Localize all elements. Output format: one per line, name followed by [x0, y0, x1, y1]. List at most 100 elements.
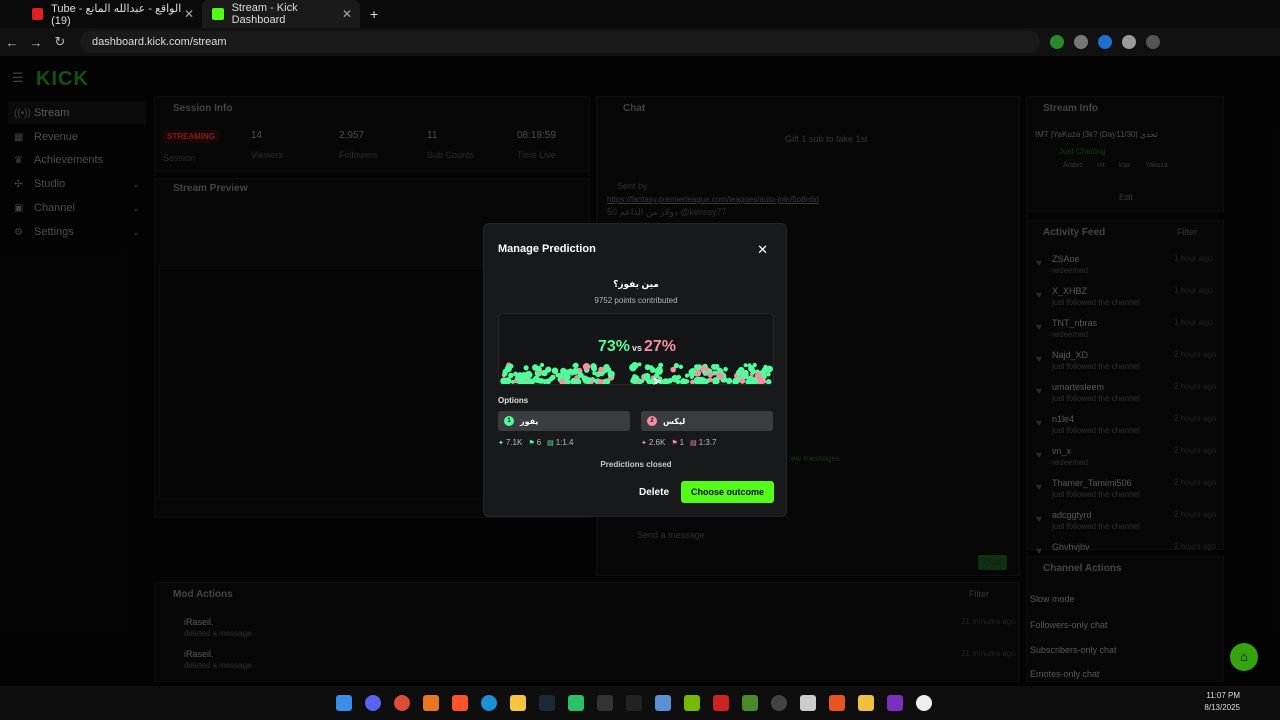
- prediction-dot: [535, 365, 542, 372]
- prediction-dot: [598, 366, 605, 373]
- epic-games-icon[interactable]: [626, 695, 642, 711]
- app-icon[interactable]: [713, 695, 729, 711]
- option-2[interactable]: 2 ليكس: [641, 411, 773, 431]
- app-icon[interactable]: [887, 695, 903, 711]
- prediction-dot: [727, 378, 732, 383]
- tab-kick-dashboard[interactable]: Stream - Kick Dashboard ✕: [202, 0, 360, 28]
- options-label: Options: [498, 396, 529, 405]
- prediction-dot: [655, 366, 663, 374]
- prediction-dot: [739, 378, 746, 384]
- tab-youtube[interactable]: Tube - الواقع - عبدالله المانع (19) ✕: [22, 0, 202, 28]
- mouse-cursor-icon: ➤: [652, 374, 663, 388]
- prediction-dot: [592, 371, 597, 376]
- option-1-stats: ✦ 7.1K ⚑ 6 ▤ 1:1.4: [498, 438, 574, 447]
- youtube-icon: [32, 8, 44, 20]
- minecraft-icon[interactable]: [742, 695, 758, 711]
- prediction-dot: [732, 378, 738, 384]
- choose-outcome-button[interactable]: Choose outcome: [681, 481, 774, 503]
- prediction-dot: [519, 375, 524, 381]
- edge-icon[interactable]: [481, 695, 497, 711]
- close-tab-icon[interactable]: ✕: [342, 7, 352, 21]
- reload-icon[interactable]: ↻: [48, 34, 72, 50]
- option-2-percent: 27%: [644, 338, 677, 355]
- option-1[interactable]: 1 يفوز: [498, 411, 630, 431]
- delete-button[interactable]: Delete: [634, 482, 674, 502]
- app-icon[interactable]: [800, 695, 816, 711]
- prediction-dot: [570, 371, 575, 376]
- prediction-dot: [708, 368, 713, 374]
- prediction-question: مين بفوز؟: [613, 279, 659, 289]
- points-stat: ✦ 7.1K: [498, 438, 522, 447]
- prediction-dot: [584, 376, 592, 384]
- chrome-icon[interactable]: [394, 695, 410, 711]
- prediction-dot: [716, 367, 723, 374]
- url-field[interactable]: dashboard.kick.com/stream: [80, 31, 1040, 53]
- discord-icon[interactable]: [365, 695, 381, 711]
- file-explorer-icon[interactable]: [510, 695, 526, 711]
- option-label: يفوز: [520, 416, 539, 426]
- extension-icon[interactable]: [1122, 35, 1136, 49]
- prediction-dot: [684, 373, 690, 378]
- prediction-dot: [765, 379, 772, 384]
- ratio-value: 1:1.4: [555, 438, 574, 447]
- app-icon[interactable]: [423, 695, 439, 711]
- kick-icon: [212, 8, 224, 20]
- app-icon[interactable]: [655, 695, 671, 711]
- prediction-dot: [524, 370, 533, 379]
- points-icon: ✦: [641, 440, 647, 447]
- points-value: 2.6K: [648, 438, 666, 447]
- prediction-dot: [607, 370, 615, 378]
- system-clock[interactable]: 11:07 PM 8/13/2025: [1204, 690, 1240, 714]
- app-icon[interactable]: [916, 695, 932, 711]
- prediction-dot: [712, 377, 720, 384]
- ratio-stat: ▤ 1:1.4: [547, 438, 573, 447]
- users-value: 1: [679, 438, 685, 447]
- prediction-dot: [766, 371, 771, 377]
- url-text: dashboard.kick.com/stream: [92, 36, 227, 48]
- points-icon: ✦: [498, 440, 504, 447]
- prediction-dot: [752, 379, 758, 384]
- nvidia-icon[interactable]: [684, 695, 700, 711]
- tab-label: Tube - الواقع - عبدالله المانع (19): [51, 2, 182, 27]
- app-icon[interactable]: [858, 695, 874, 711]
- prediction-dot: [750, 368, 756, 375]
- close-icon[interactable]: ✕: [757, 242, 768, 258]
- prediction-percentages: 73% vs 27%: [499, 338, 773, 356]
- prediction-dot: [631, 376, 637, 382]
- extension-icon[interactable]: [1074, 35, 1088, 49]
- users-stat: ⚑ 6: [528, 438, 541, 447]
- prediction-dot: [662, 378, 670, 384]
- prediction-dot: [597, 379, 604, 384]
- extension-icon[interactable]: [1050, 35, 1064, 49]
- clock-date: 8/13/2025: [1204, 703, 1240, 712]
- steam-icon[interactable]: [539, 695, 555, 711]
- windows-start-icon[interactable]: [336, 695, 352, 711]
- app-icon[interactable]: [771, 695, 787, 711]
- app-icon[interactable]: [597, 695, 613, 711]
- app-icon[interactable]: [829, 695, 845, 711]
- predictions-closed-status: Predictions closed: [600, 460, 672, 469]
- prediction-dot: [670, 366, 676, 373]
- points-value: 7.1K: [505, 438, 523, 447]
- option-2-stats: ✦ 2.6K ⚑ 1 ▤ 1:3.7: [641, 438, 717, 447]
- app-icon[interactable]: [568, 695, 584, 711]
- extension-icon[interactable]: [1098, 35, 1112, 49]
- profile-avatar[interactable]: [1146, 35, 1160, 49]
- prediction-dot: [504, 365, 512, 373]
- points-stat: ✦ 2.6K: [641, 438, 665, 447]
- prediction-dot: [504, 377, 512, 384]
- ratio-value: 1:3.7: [698, 438, 717, 447]
- new-tab-button[interactable]: +: [360, 0, 388, 28]
- close-tab-icon[interactable]: ✕: [184, 7, 194, 21]
- ratio-icon: ▤: [547, 440, 554, 447]
- address-bar-row: ← → ↻ dashboard.kick.com/stream: [0, 28, 1280, 56]
- forward-icon[interactable]: →: [24, 35, 48, 50]
- clock-time: 11:07 PM: [1206, 691, 1240, 700]
- back-icon[interactable]: ←: [0, 35, 24, 50]
- prediction-dot: [555, 372, 560, 378]
- prediction-dot: [678, 364, 684, 369]
- brave-icon[interactable]: [452, 695, 468, 711]
- option-1-percent: 73%: [597, 338, 630, 355]
- ratio-stat: ▤ 1:3.7: [690, 438, 716, 447]
- option-number: 1: [504, 416, 514, 426]
